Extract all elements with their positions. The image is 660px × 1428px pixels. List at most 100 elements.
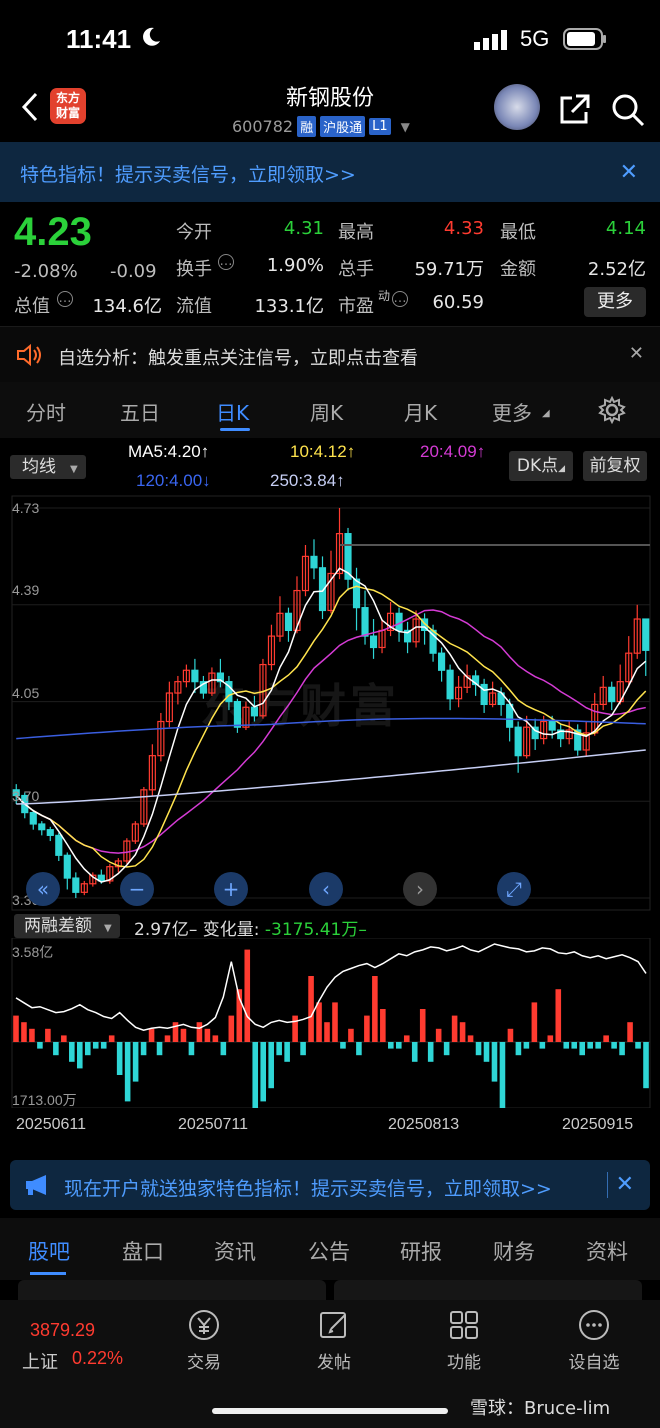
tab-research[interactable]: 研报 (400, 1236, 442, 1266)
candle-body (284, 612, 293, 632)
dropdown-icon: ◢ (542, 408, 550, 419)
indicator-label: 均线 (22, 457, 56, 477)
margin-balance-line (15, 943, 647, 1032)
amount-value: 2.52亿 (587, 259, 646, 280)
candle-body (191, 669, 199, 683)
pe-label: 市盈 (338, 296, 374, 317)
change-value: -0.09 (110, 261, 157, 282)
tab-news[interactable]: 资讯 (214, 1236, 256, 1266)
tab-timeshare[interactable]: 分时 (26, 397, 66, 426)
card-peek (334, 1280, 642, 1302)
margin-change-label: 变化量: (202, 920, 260, 940)
margin-bar (539, 1042, 546, 1049)
date-label: 20250711 (178, 1116, 248, 1133)
rewind-icon[interactable]: « (26, 872, 60, 906)
nav-functions[interactable]: 功能 (424, 1308, 504, 1373)
stock-code: 600782 (232, 117, 294, 136)
adjust-button[interactable]: 前复权 (583, 451, 647, 481)
kline-chart[interactable] (0, 494, 660, 912)
candle-body (310, 555, 318, 569)
index-value[interactable]: 3879.29 (30, 1320, 95, 1341)
more-button[interactable]: 更多 (584, 287, 646, 317)
nav-trade[interactable]: 交易 (164, 1308, 244, 1373)
fullscreen-icon[interactable]: ⤢ (497, 872, 531, 906)
margin-bar (547, 1035, 554, 1042)
margin-chart[interactable] (0, 938, 660, 1108)
kline-tab-bar: 分时 五日 日K 周K 月K 更多 ◢ (0, 382, 660, 438)
ai-assistant-icon[interactable] (494, 84, 540, 130)
info-icon[interactable]: … (392, 291, 408, 307)
chevron-down-icon[interactable]: ▼ (401, 120, 410, 134)
card-peek (18, 1280, 326, 1302)
info-icon[interactable]: … (57, 291, 73, 307)
dk-point-button[interactable]: DK点◢ (509, 451, 573, 481)
candle-body (369, 635, 378, 649)
scroll-right-icon[interactable]: › (403, 872, 437, 906)
candle-body (46, 829, 54, 836)
dropdown-icon: ◢ (558, 464, 566, 474)
tab-monthly-k[interactable]: 月K (404, 397, 437, 426)
index-change[interactable]: 0.22% (72, 1348, 123, 1369)
tab-daily-k[interactable]: 日K (216, 397, 249, 426)
search-icon[interactable] (610, 92, 646, 128)
tab-five-day[interactable]: 五日 (120, 397, 160, 426)
candle-body (361, 607, 369, 637)
margin-bar (100, 1042, 107, 1049)
close-icon[interactable]: ✕ (616, 1172, 634, 1197)
margin-bar (332, 1002, 338, 1042)
margin-bar (483, 1042, 490, 1062)
margin-bar (53, 1042, 59, 1056)
active-tab-indicator (30, 1272, 66, 1275)
zoom-out-icon[interactable]: − (120, 872, 154, 906)
tab-announcements[interactable]: 公告 (308, 1236, 350, 1266)
turnover-label: 换手 (176, 259, 212, 280)
margin-bar (292, 1015, 298, 1042)
zoom-in-icon[interactable]: + (214, 872, 248, 906)
section-tab-bar: 股吧 盘口 资讯 公告 研报 财务 资料 (0, 1218, 660, 1280)
margin-bar (260, 1042, 267, 1102)
tab-weekly-k[interactable]: 周K (310, 397, 343, 426)
gear-icon[interactable] (598, 396, 626, 424)
analysis-notice[interactable]: 自选分析：触发重点关注信号，立即点击查看 ✕ (0, 326, 660, 382)
candle-body (514, 726, 522, 757)
tab-orderbook[interactable]: 盘口 (122, 1236, 164, 1266)
indicator-select[interactable]: 均线 ▼ (10, 455, 86, 479)
close-icon[interactable]: ✕ (629, 343, 644, 364)
ma5-label: MA5:4.20↑ (128, 442, 210, 461)
margin-bar (284, 1042, 290, 1062)
margin-bar (76, 1042, 83, 1069)
margin-bar (611, 1042, 617, 1049)
share-icon[interactable] (558, 92, 592, 126)
banner-text[interactable]: 现在开户就送独家特色指标！提示买卖信号，立即领取>> (64, 1174, 552, 1201)
low-label: 最低 (500, 222, 536, 243)
low-value: 4.14 (605, 218, 646, 239)
index-name[interactable]: 上证 (22, 1348, 58, 1374)
margin-bar (595, 1042, 601, 1049)
margin-bar (388, 1042, 394, 1049)
close-icon[interactable]: ✕ (620, 160, 638, 185)
info-icon[interactable]: … (218, 254, 234, 270)
float-label: 流值 (176, 296, 212, 317)
promo-text[interactable]: 特色指标！提示买卖信号，立即领取>> (20, 160, 356, 187)
margin-bar (435, 1028, 442, 1042)
tab-more[interactable]: 更多 (492, 397, 532, 426)
margin-bar (276, 1042, 282, 1056)
promo-banner[interactable]: 特色指标！提示买卖信号，立即领取>> ✕ (0, 142, 660, 202)
scroll-left-icon[interactable]: ‹ (309, 872, 343, 906)
margin-bar (148, 1028, 155, 1042)
tab-finance[interactable]: 财务 (493, 1236, 535, 1266)
margin-bar (563, 1042, 570, 1049)
notice-text[interactable]: 自选分析：触发重点关注信号，立即点击查看 (58, 344, 418, 370)
tab-forum[interactable]: 股吧 (28, 1236, 70, 1266)
margin-bar (348, 1028, 354, 1042)
candle-body (642, 618, 650, 651)
nav-post[interactable]: 发帖 (294, 1308, 374, 1373)
stock-header: 东方 财富 新钢股份 600782 融 沪股通 L1 ▼ (0, 80, 660, 142)
account-promo-banner[interactable]: 现在开户就送独家特色指标！提示买卖信号，立即领取>> ✕ (10, 1160, 650, 1210)
tab-profile[interactable]: 资料 (586, 1236, 628, 1266)
y-tick-label: 4.05 (12, 685, 40, 701)
margin-bar (340, 1042, 346, 1049)
nav-watchlist[interactable]: 设自选 (554, 1308, 634, 1373)
margin-indicator-select[interactable]: 两融差额 ▼ (14, 914, 120, 938)
mktcap-value: 134.6亿 (92, 296, 162, 317)
